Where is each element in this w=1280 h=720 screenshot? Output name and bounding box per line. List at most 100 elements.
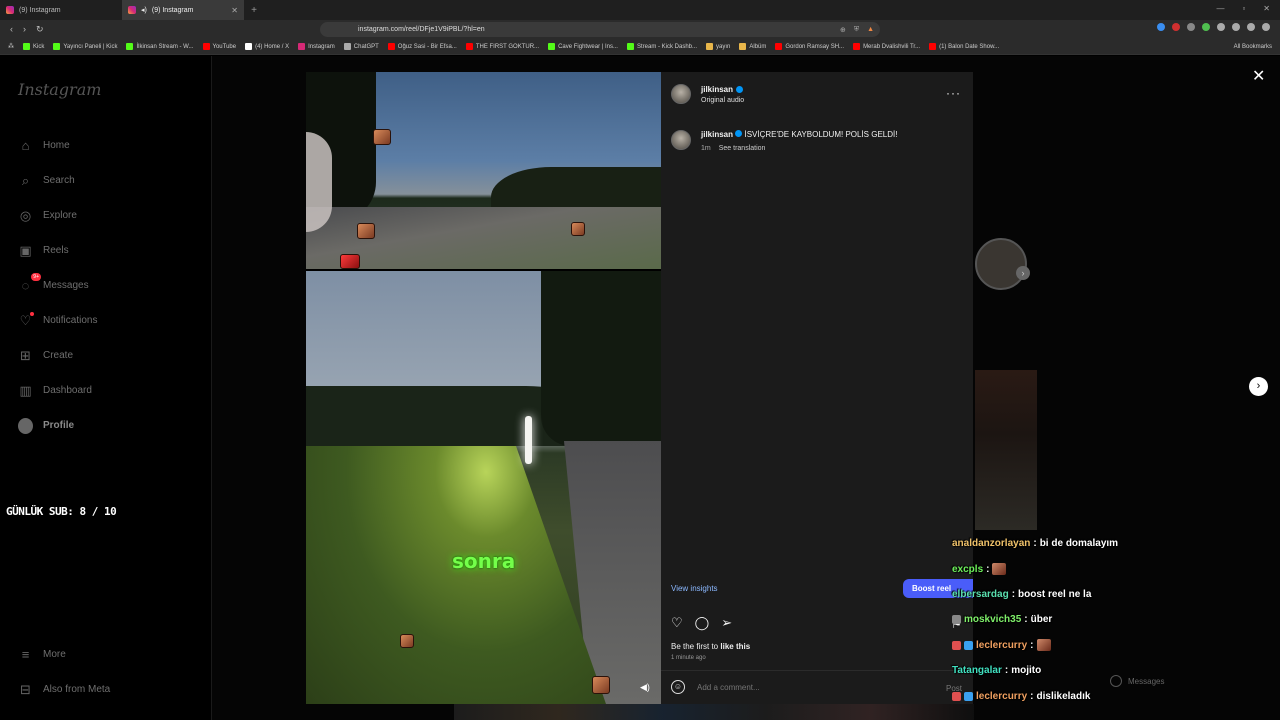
minimize-icon[interactable]: — — [1216, 4, 1224, 13]
url-field[interactable]: instagram.com/reel/DFje1V9iPBL/?hl=en ⊕ … — [320, 22, 880, 37]
bookmark-item[interactable]: (1) Balon Date Show... — [929, 43, 999, 50]
heart-icon[interactable]: ♡ — [671, 615, 683, 631]
volume-icon[interactable]: ◀) — [640, 682, 650, 693]
bookmark-favicon-icon — [387, 43, 395, 50]
extension-icon[interactable] — [1202, 23, 1210, 31]
extension-icon[interactable] — [1172, 23, 1180, 31]
caption-username[interactable]: jilkinsan — [701, 130, 733, 139]
sidebar-item-also-from-meta[interactable]: ⊟ Also from Meta — [18, 672, 110, 707]
shield-icon[interactable]: ⛨ — [854, 26, 859, 34]
chevron-right-icon: › — [1016, 266, 1030, 280]
sidebar-item-create[interactable]: ⊞ Create — [18, 338, 97, 373]
share-icon[interactable]: ➢ — [721, 615, 732, 631]
emote-icon — [1036, 639, 1051, 652]
background-thumbnail — [975, 370, 1037, 530]
bookmark-favicon-icon — [853, 43, 861, 50]
extension-icon[interactable] — [1217, 23, 1225, 31]
bookmark-label: (4) Home / X — [255, 43, 290, 50]
sidebar-item-label: Profile — [43, 420, 75, 431]
chat-separator: : — [986, 563, 990, 575]
new-tab-button[interactable]: + — [244, 5, 264, 16]
back-icon[interactable]: ‹ — [10, 24, 13, 35]
close-tab-icon[interactable]: ✕ — [231, 6, 238, 15]
like-this-link[interactable]: like this — [720, 642, 750, 651]
bookmark-item[interactable]: Stream - Kick Dashb... — [626, 43, 697, 50]
avatar[interactable] — [671, 130, 691, 150]
sidebar-item-search[interactable]: ⌕ Search — [18, 163, 97, 198]
close-icon[interactable]: ✕ — [1252, 66, 1265, 86]
extension-icon[interactable] — [1157, 23, 1165, 31]
extension-icon[interactable] — [1232, 23, 1240, 31]
more-options-icon[interactable]: ··· — [946, 86, 961, 100]
create-icon: ⊞ — [18, 348, 33, 363]
close-window-icon[interactable]: ✕ — [1263, 4, 1270, 13]
menu-icon[interactable] — [1262, 23, 1270, 31]
stream-chat-overlay: analdanzorlayan: bi de domalayım excpls: el… — [952, 531, 1272, 709]
bookmark-label: YouTube — [212, 43, 237, 50]
sidebar-item-profile[interactable]: Profile — [18, 408, 97, 443]
apps-icon[interactable]: ⁂ — [8, 43, 14, 50]
video-scenery — [541, 271, 661, 446]
bookmark-item[interactable]: yayın — [706, 43, 730, 50]
reload-icon[interactable]: ↻ — [36, 24, 44, 35]
extension-icon[interactable] — [1247, 23, 1255, 31]
next-reel-button[interactable]: › — [1249, 377, 1268, 396]
sidebar-item-home[interactable]: ⌂ Home — [18, 128, 97, 163]
audio-label[interactable]: Original audio — [701, 97, 744, 104]
bookmark-item[interactable]: Kick — [23, 43, 44, 50]
browser-tab[interactable]: (9) Instagram — [0, 0, 122, 20]
bookmark-item[interactable]: ChatGPT — [343, 43, 379, 50]
bookmark-item[interactable]: İlkinsan Stream - W... — [126, 43, 194, 50]
notification-badge: 9+ — [31, 273, 41, 281]
bookmark-item[interactable]: YouTube — [202, 43, 237, 50]
previous-reel-thumbnail — [975, 238, 1027, 290]
sub-goal-counter: GÜNLÜK SUB: 8 / 10 — [6, 505, 117, 518]
sidebar-item-label: Create — [43, 350, 74, 361]
sidebar-item-notifications[interactable]: ♡ Notifications — [18, 303, 97, 338]
extension-icon[interactable] — [1187, 23, 1195, 31]
comment-input[interactable] — [697, 682, 927, 692]
avatar[interactable] — [671, 84, 691, 104]
bookmark-item[interactable]: Instagram — [298, 43, 335, 50]
instagram-logo[interactable]: Instagram — [18, 80, 101, 99]
zoom-icon[interactable]: ⊕ — [840, 26, 846, 34]
caption: jilkinsan İSVİÇRE'DE KAYBOLDUM! POLİS GE… — [671, 130, 897, 152]
chat-badge-icon — [964, 640, 973, 650]
bookmark-item[interactable]: Oğuz Sasi - Bir Efsa... — [387, 43, 457, 50]
bookmark-item[interactable]: Merab Dvalishvili Tr... — [853, 43, 920, 50]
bookmark-item[interactable]: Gordon Ramsay SH... — [775, 43, 844, 50]
bookmark-label: Yayıncı Paneli | Kick — [63, 43, 118, 50]
sidebar-item-reels[interactable]: ▣ Reels — [18, 233, 97, 268]
bookmark-item[interactable]: Cave Fightwear | Ins... — [548, 43, 618, 50]
comment-icon[interactable]: ◯ — [695, 615, 710, 631]
sidebar-item-explore[interactable]: ◎ Explore — [18, 198, 97, 233]
see-translation-link[interactable]: See translation — [719, 145, 766, 152]
alert-icon[interactable]: ▲ — [867, 26, 874, 34]
username[interactable]: jilkinsan — [701, 85, 744, 94]
bookmark-item[interactable]: (4) Home / X — [245, 43, 289, 50]
sidebar-item-dashboard[interactable]: ▥ Dashboard — [18, 373, 97, 408]
caption-text: jilkinsan İSVİÇRE'DE KAYBOLDUM! POLİS GE… — [701, 130, 897, 139]
emote-sticker — [357, 223, 375, 239]
bookmark-label: THE FIRST GOKTUR... — [475, 43, 540, 50]
forward-icon[interactable]: › — [23, 24, 26, 35]
reel-video[interactable]: sonra ◀) — [306, 72, 661, 704]
chat-username: excpls — [952, 563, 984, 575]
sidebar-item-messages[interactable]: ◌ 9+ Messages — [18, 268, 97, 303]
emoji-icon[interactable]: ☺ — [671, 680, 685, 694]
maximize-icon[interactable]: ▫ — [1242, 4, 1245, 13]
chat-username: leclercurry — [976, 690, 1028, 702]
bookmark-item[interactable]: Albüm — [739, 43, 766, 50]
chat-message: leclercurry: dislikeladık — [952, 683, 1272, 708]
url-text: instagram.com/reel/DFje1V9iPBL/?hl=en — [358, 26, 485, 33]
bookmark-label: Oğuz Sasi - Bir Efsa... — [397, 43, 457, 50]
bookmark-item[interactable]: Yayıncı Paneli | Kick — [53, 43, 117, 50]
icon-glyph: ≡ — [21, 647, 30, 662]
emote-sticker — [373, 129, 391, 145]
view-insights-link[interactable]: View insights — [671, 584, 718, 593]
bookmark-item[interactable]: THE FIRST GOKTUR... — [465, 43, 540, 50]
browser-tab-active[interactable]: ◂) (9) Instagram ✕ — [122, 0, 244, 20]
all-bookmarks-button[interactable]: All Bookmarks — [1234, 44, 1272, 50]
sidebar-item-more[interactable]: ≡ More — [18, 637, 110, 672]
sidebar-item-label: Explore — [43, 210, 77, 221]
